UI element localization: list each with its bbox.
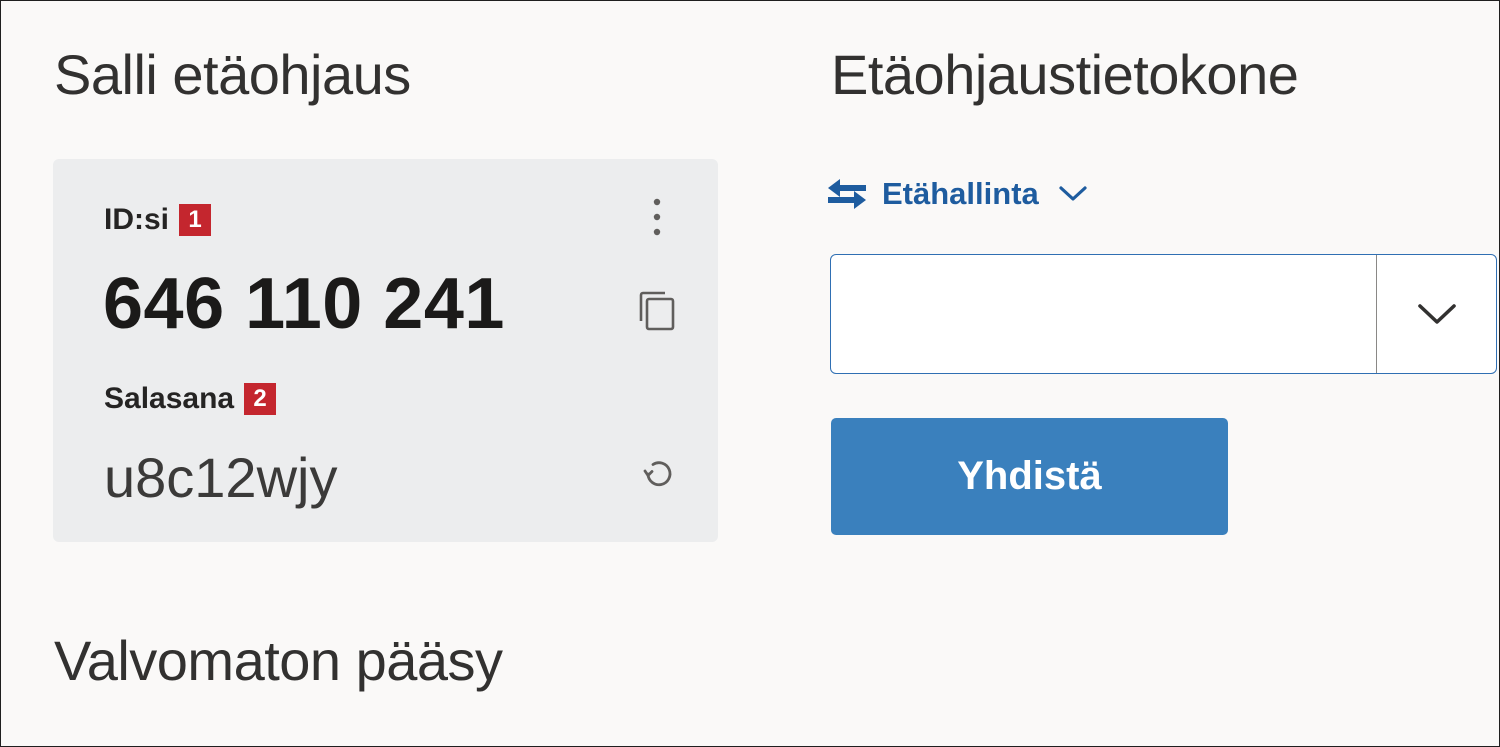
allow-remote-control-heading: Salli etäohjaus <box>54 43 411 106</box>
copy-icon <box>639 291 675 331</box>
more-options-button[interactable] <box>633 193 681 241</box>
refresh-icon <box>643 461 672 487</box>
more-vertical-icon <box>653 198 661 236</box>
partner-id-combobox[interactable] <box>830 254 1497 374</box>
id-badge: 1 <box>179 204 212 236</box>
id-label: ID:si <box>104 203 170 236</box>
password-label: Salasana <box>104 382 235 415</box>
refresh-password-button[interactable] <box>635 450 683 498</box>
copy-id-button[interactable] <box>633 287 681 335</box>
connection-mode-dropdown[interactable]: Etähallinta <box>826 170 1087 218</box>
id-password-card: ID:si 1 646 110 241 Salasana 2 u8c12wjy <box>53 159 718 542</box>
connect-button[interactable]: Yhdistä <box>831 418 1228 535</box>
password-label-row: Salasana 2 <box>104 382 277 416</box>
remote-control-computer-heading: Etäohjaustietokone <box>831 43 1299 106</box>
partner-id-dropdown-button[interactable] <box>1376 255 1496 373</box>
chevron-down-icon <box>1059 186 1087 202</box>
swap-arrows-icon <box>828 179 866 209</box>
chevron-down-icon <box>1417 304 1456 324</box>
unattended-access-heading: Valvomaton pääsy <box>54 629 503 692</box>
connection-mode-label: Etähallinta <box>882 176 1039 211</box>
password-value: u8c12wjy <box>104 446 338 509</box>
password-badge: 2 <box>244 383 277 415</box>
id-value: 646 110 241 <box>103 264 505 344</box>
partner-id-input[interactable] <box>831 255 1376 373</box>
id-label-row: ID:si 1 <box>104 203 212 237</box>
